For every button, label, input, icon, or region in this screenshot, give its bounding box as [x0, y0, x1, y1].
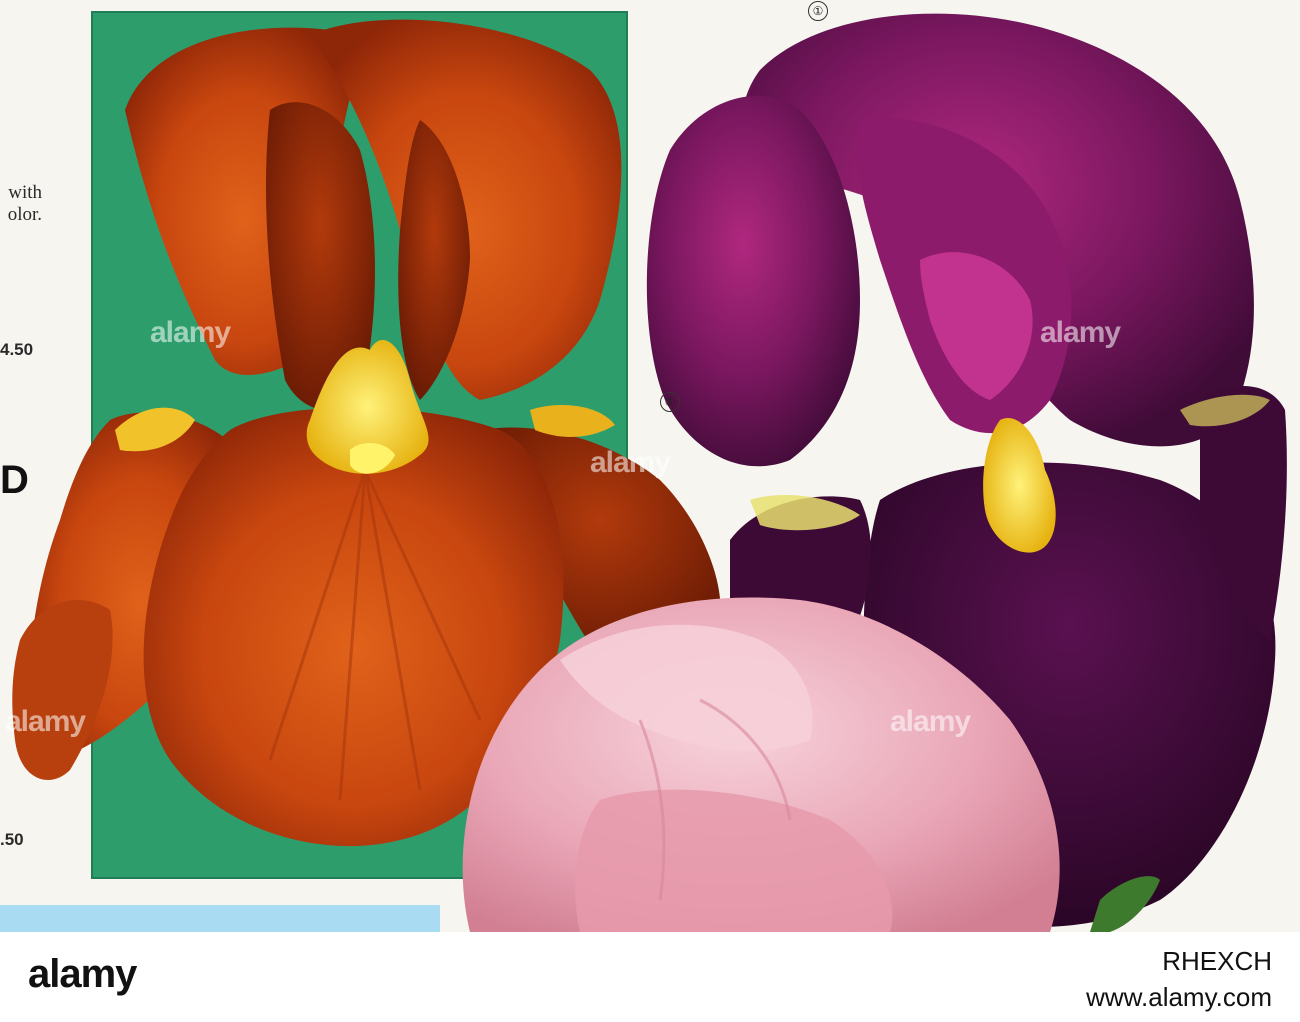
watermark: alamy [890, 705, 971, 738]
heading-letter-fragment: D [0, 458, 29, 502]
marker-number-5: ⑤ [660, 392, 680, 412]
image-id: RHEXCH [1162, 946, 1272, 976]
watermark: alamy [5, 705, 86, 738]
price-fragment-1: 4.50 [0, 340, 34, 359]
description-line-1: with [8, 182, 42, 203]
blue-info-panel [0, 905, 440, 932]
alamy-logo: alamy [28, 952, 137, 996]
description-fragment: with olor. [2, 182, 42, 226]
description-line-2: olor. [7, 204, 42, 225]
watermark: alamy [590, 446, 671, 479]
site-url: www.alamy.com [1086, 982, 1272, 1012]
catalog-page: with olor. 4.50 D .50 ① ⑤ alamy alamy al… [0, 0, 1300, 932]
price-fragment-2: .50 [0, 830, 24, 849]
watermark: alamy [1040, 316, 1121, 349]
marker-number-1: ① [808, 1, 828, 21]
watermark: alamy [150, 316, 231, 349]
